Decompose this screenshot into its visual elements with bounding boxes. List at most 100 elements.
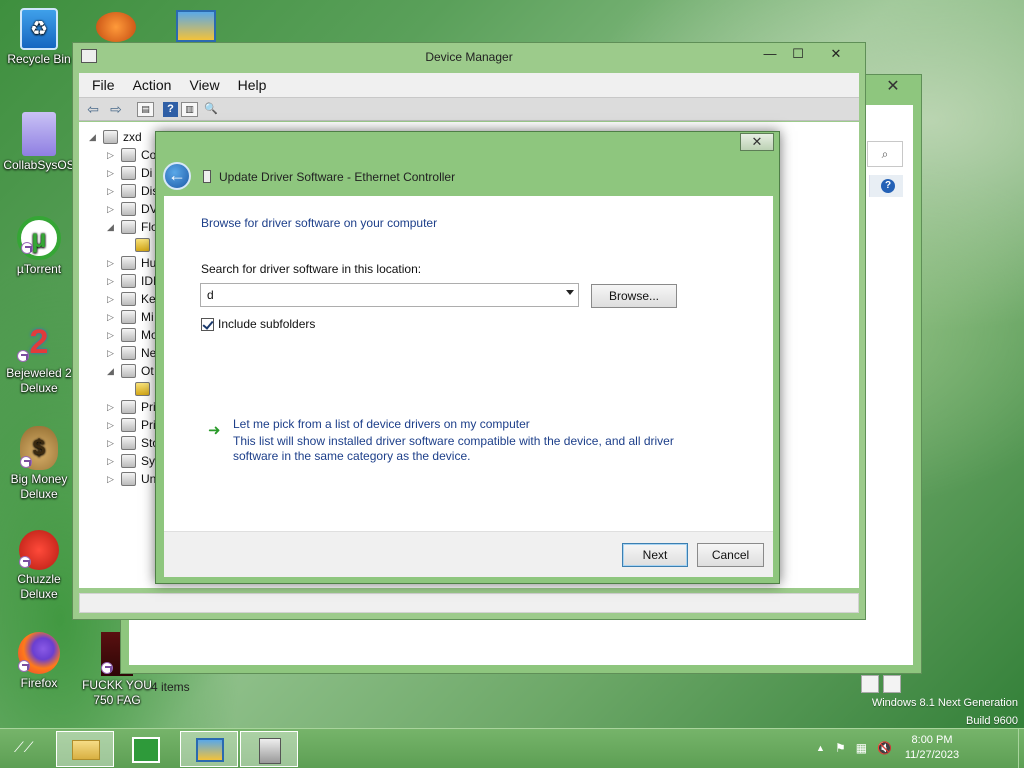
help-icon[interactable]: ? <box>881 179 895 193</box>
toolbar: ⇦ ⇨ ▤ ? ▥ 🔍 <box>79 97 859 121</box>
clock[interactable]: 8:00 PM 11/27/2023 <box>896 733 968 763</box>
include-subfolders-checkbox[interactable] <box>201 317 214 331</box>
pick-from-list-title[interactable]: Let me pick from a list of device driver… <box>233 417 530 431</box>
desktop-icon-recycle-bin[interactable]: ♻ Recycle Bin <box>0 8 78 67</box>
expand-arrow-icon[interactable]: ▷ <box>107 186 121 197</box>
tree-item[interactable]: ▷ Hu <box>107 254 156 272</box>
expand-arrow-icon[interactable]: ▷ <box>107 276 121 287</box>
desktop-icon-collabsysos[interactable]: CollabSysOS <box>0 112 78 173</box>
collapse-arrow-icon[interactable]: ◢ <box>107 366 121 377</box>
expand-arrow-icon[interactable]: ▷ <box>107 294 121 305</box>
scan-hardware-icon[interactable]: 🔍 <box>201 100 221 118</box>
expand-arrow-icon[interactable]: ▷ <box>107 150 121 161</box>
status-bar <box>79 593 859 613</box>
tree-item[interactable]: ▷ Ne <box>107 344 156 362</box>
tree-item[interactable]: ▷ Mo <box>107 326 158 344</box>
money-bag-icon: $ <box>20 426 58 470</box>
expand-arrow-icon[interactable]: ▷ <box>107 438 121 449</box>
desktop-icon-chuzzle[interactable]: Chuzzle Deluxe <box>0 530 78 602</box>
tree-item[interactable]: ◢ Flo <box>107 218 158 236</box>
next-button[interactable]: Next <box>622 543 688 567</box>
tree-item[interactable]: ▷ Co <box>107 146 156 164</box>
flag-icon[interactable]: ⚑ <box>835 741 846 755</box>
watermark-line1: Windows 8.1 Next Generation <box>871 697 1018 709</box>
menu-help[interactable]: Help <box>229 77 276 93</box>
menu-view[interactable]: View <box>180 77 228 93</box>
expand-arrow-icon[interactable]: ▷ <box>107 258 121 269</box>
expand-arrow-icon[interactable]: ▷ <box>107 204 121 215</box>
dialog-footer: Next Cancel <box>164 531 773 577</box>
tree-item[interactable]: ▷ IDI <box>107 272 156 290</box>
chevron-down-icon[interactable] <box>566 290 574 295</box>
forward-arrow-icon[interactable]: ⇨ <box>106 100 126 118</box>
tree-item[interactable]: ▷ Sto <box>107 434 159 452</box>
bg-window-close-button[interactable]: ✕ <box>871 77 915 97</box>
driver-path-combobox[interactable] <box>200 283 579 307</box>
green-arrow-icon: ➜ <box>208 422 221 439</box>
desktop-icon-big-money[interactable]: $ Big Money Deluxe <box>0 426 78 502</box>
tree-item[interactable]: ▷ Pri <box>107 398 156 416</box>
tree-root[interactable]: ◢ zxd <box>89 128 142 146</box>
menu-action[interactable]: Action <box>124 77 181 93</box>
expand-arrow-icon[interactable]: ▷ <box>107 348 121 359</box>
back-arrow-icon[interactable]: ⇦ <box>83 100 103 118</box>
view-icon[interactable]: ▥ <box>181 101 198 117</box>
expand-arrow-icon[interactable]: ▷ <box>107 456 121 467</box>
tree-item[interactable]: ▷ Pri <box>107 416 156 434</box>
taskbar-app[interactable] <box>180 731 238 767</box>
expand-arrow-icon[interactable]: ▷ <box>107 474 121 485</box>
desktop-icon-bejeweled[interactable]: 2 Bejeweled 2 Deluxe <box>0 320 78 396</box>
desktop-icon-firefox[interactable]: Firefox <box>0 632 78 691</box>
expand-arrow-icon[interactable]: ▷ <box>107 312 121 323</box>
device-icon <box>121 400 136 414</box>
taskbar-file-explorer[interactable] <box>56 731 114 767</box>
taskbar-device-manager[interactable] <box>240 731 298 767</box>
help-icon[interactable]: ? <box>163 101 178 117</box>
chevron-up-icon[interactable]: ▲ <box>816 743 825 755</box>
close-button[interactable]: ✕ <box>813 45 859 63</box>
expand-arrow-icon[interactable]: ▷ <box>107 402 121 413</box>
tree-item[interactable] <box>135 380 155 398</box>
expand-arrow-icon[interactable]: ▷ <box>107 330 121 341</box>
include-subfolders-option[interactable]: Include subfolders <box>201 317 315 331</box>
desktop-icon-utorrent[interactable]: µ µTorrent <box>0 216 78 277</box>
expand-arrow-icon[interactable]: ▷ <box>107 168 121 179</box>
browse-button[interactable]: Browse... <box>591 284 677 308</box>
tree-item[interactable]: ▷ Dis <box>107 182 158 200</box>
expand-arrow-icon[interactable]: ▷ <box>107 420 121 431</box>
collapse-arrow-icon[interactable]: ◢ <box>107 222 121 233</box>
tree-item[interactable]: ▷ Ke <box>107 290 156 308</box>
volume-muted-icon[interactable]: 🔇 <box>877 741 892 755</box>
minimize-button[interactable]: — <box>757 45 783 63</box>
device-manager-titlebar[interactable]: Device Manager — ☐ ✕ <box>73 43 865 73</box>
tree-item[interactable]: ▷ Mi <box>107 308 154 326</box>
desktop-icon-partial-computer[interactable] <box>176 10 216 42</box>
tree-item[interactable]: ▷ DV <box>107 200 158 218</box>
taskbar: ⟋⟋ ▲ ⚑ ▦ 🔇 8:00 PM 11/27/2023 <box>0 728 1024 768</box>
tree-item[interactable]: ▷ Di <box>107 164 152 182</box>
details-view-icon[interactable] <box>861 675 879 693</box>
desktop-icon-partial-app[interactable] <box>96 12 136 42</box>
large-icons-view-icon[interactable] <box>883 675 901 693</box>
driver-path-input[interactable] <box>201 284 556 306</box>
tree-item[interactable]: ▷ Un <box>107 470 156 488</box>
tree-item[interactable] <box>135 236 155 254</box>
menu-file[interactable]: File <box>83 77 124 93</box>
device-icon <box>121 166 136 180</box>
search-icon[interactable]: ⌕ <box>867 141 903 167</box>
desktop-icon-label: Recycle Bin <box>7 52 71 66</box>
update-driver-dialog[interactable]: ✕ ← Update Driver Software - Ethernet Co… <box>155 131 780 584</box>
tree-item[interactable]: ▷ Sy <box>107 452 155 470</box>
network-icon[interactable]: ▦ <box>856 741 867 755</box>
start-button[interactable]: ⟋⟋ <box>14 739 34 756</box>
dialog-close-button[interactable]: ✕ <box>740 133 774 151</box>
taskbar-store[interactable] <box>118 731 174 767</box>
collapse-arrow-icon[interactable]: ◢ <box>89 132 103 143</box>
cancel-button[interactable]: Cancel <box>697 543 764 567</box>
properties-icon[interactable]: ▤ <box>137 101 154 117</box>
tree-item[interactable]: ◢ Ot <box>107 362 154 380</box>
device-icon <box>121 418 136 432</box>
back-button[interactable]: ← <box>163 162 191 190</box>
maximize-button[interactable]: ☐ <box>785 45 811 63</box>
show-desktop-button[interactable] <box>1018 729 1024 768</box>
